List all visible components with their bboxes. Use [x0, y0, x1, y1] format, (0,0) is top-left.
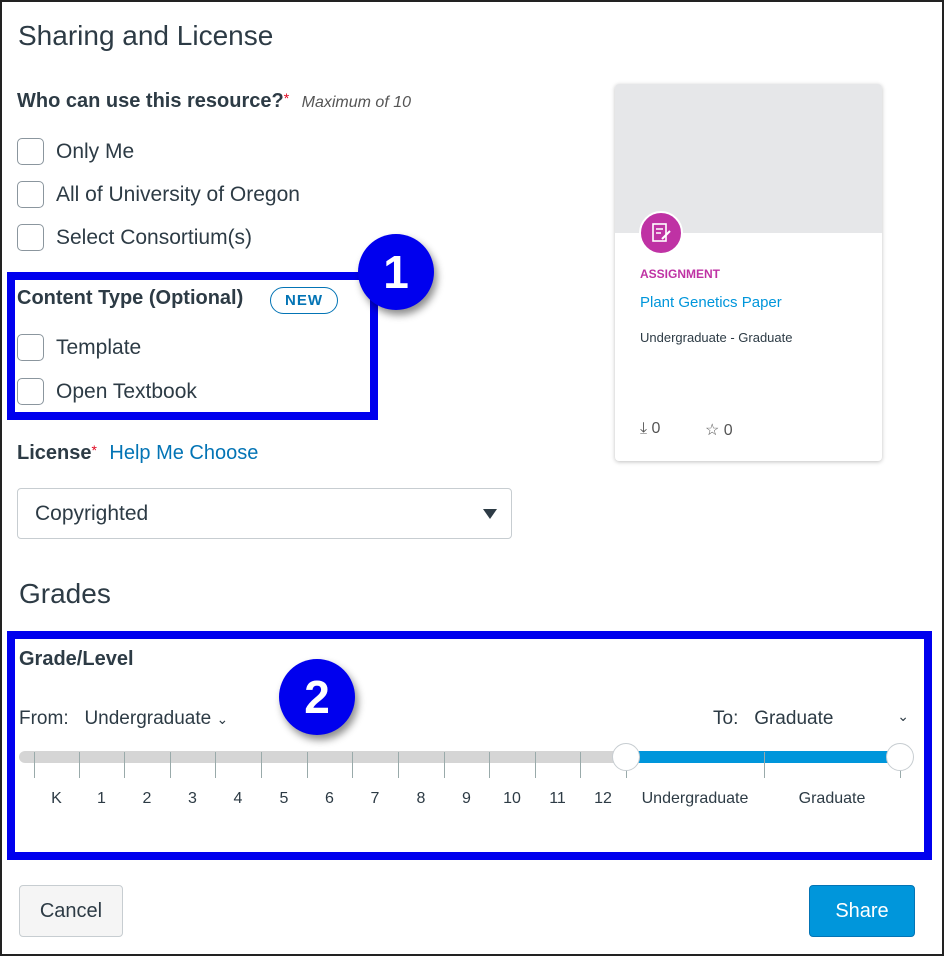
- slider-tick-label[interactable]: 2: [143, 790, 152, 808]
- slider-tick: [535, 752, 536, 778]
- from-label: From:: [19, 708, 69, 729]
- slider-tick-label[interactable]: 8: [417, 790, 426, 808]
- slider-tick: [352, 752, 353, 778]
- checkbox-label: Select Consortium(s): [56, 225, 253, 249]
- slider-tick-label[interactable]: 9: [462, 790, 471, 808]
- annotation-badge-2: 2: [279, 659, 355, 735]
- slider-tick-label[interactable]: 4: [234, 790, 243, 808]
- slider-tick-label[interactable]: 5: [280, 790, 289, 808]
- card-levels: Undergraduate - Graduate: [640, 330, 793, 345]
- grades-title: Grades: [19, 578, 111, 609]
- slider-tick: [124, 752, 125, 778]
- slider-tick-label[interactable]: 6: [325, 790, 334, 808]
- download-icon: ⤓: [640, 420, 648, 437]
- downloads-value: 0: [651, 420, 661, 437]
- help-me-choose-link[interactable]: Help Me Choose: [109, 442, 258, 464]
- annotation-box-2: [7, 631, 932, 860]
- chevron-down-icon: ⌄: [216, 711, 229, 727]
- grade-level-label: Grade/Level: [19, 648, 134, 670]
- checkbox[interactable]: [17, 138, 44, 165]
- to-value: Graduate: [754, 708, 834, 729]
- license-select[interactable]: Copyrighted: [17, 488, 512, 539]
- slider-from-handle[interactable]: [612, 743, 640, 771]
- slider-tick-label[interactable]: 1: [97, 790, 106, 808]
- slider-tick: [261, 752, 262, 778]
- checkbox-label: Only Me: [56, 139, 135, 163]
- slider-tick-label[interactable]: Undergraduate: [642, 790, 749, 808]
- slider-tick: [170, 752, 171, 778]
- required-marker: *: [91, 442, 97, 458]
- resource-preview-card[interactable]: ASSIGNMENT Plant Genetics Paper Undergra…: [615, 84, 882, 461]
- annotation-badge-1: 1: [358, 234, 434, 310]
- slider-tick-label[interactable]: 3: [188, 790, 197, 808]
- checkbox-label: Open Textbook: [56, 379, 197, 403]
- from-value: Undergraduate: [84, 708, 212, 729]
- checkbox-template[interactable]: Template: [17, 334, 141, 361]
- slider-tick-label[interactable]: 11: [549, 790, 566, 808]
- grade-slider-range: [626, 751, 900, 763]
- star-icon: ☆: [705, 422, 720, 439]
- checkbox-label: Template: [56, 335, 142, 359]
- favorites-value: 0: [723, 422, 733, 439]
- slider-tick: [764, 752, 765, 778]
- slider-tick: [215, 752, 216, 778]
- required-marker: *: [283, 90, 290, 106]
- chevron-down-icon: ⌄: [897, 708, 909, 724]
- checkbox[interactable]: [17, 378, 44, 405]
- checkbox-university[interactable]: All of University of Oregon: [17, 181, 300, 208]
- slider-tick-label[interactable]: Graduate: [799, 790, 866, 808]
- slider-tick: [34, 752, 35, 778]
- slider-tick-label[interactable]: 12: [594, 790, 612, 808]
- slider-tick: [307, 752, 308, 778]
- checkbox-consortium[interactable]: Select Consortium(s): [17, 224, 252, 251]
- slider-tick: [489, 752, 490, 778]
- who-label-text: Who can use this resource?: [17, 90, 284, 112]
- slider-to-handle[interactable]: [886, 743, 914, 771]
- card-type: ASSIGNMENT: [640, 267, 721, 281]
- content-type-label: Content Type (Optional): [17, 287, 244, 309]
- license-label: License* Help Me Choose: [17, 442, 258, 465]
- slider-tick: [79, 752, 80, 778]
- slider-tick: [444, 752, 445, 778]
- slider-tick-label[interactable]: K: [51, 790, 62, 808]
- license-value: Copyrighted: [35, 501, 149, 525]
- favorite-count: ☆ 0: [705, 420, 733, 440]
- assignment-icon: [639, 211, 683, 255]
- checkbox-only-me[interactable]: Only Me: [17, 138, 134, 165]
- dropdown-arrow-icon: [483, 509, 497, 519]
- to-select[interactable]: To: Graduate ⌄: [713, 708, 913, 730]
- license-label-text: License: [17, 442, 92, 464]
- cancel-button[interactable]: Cancel: [19, 885, 123, 937]
- who-can-use-label: Who can use this resource?* Maximum of 1…: [17, 90, 411, 113]
- slider-tick-label[interactable]: 10: [503, 790, 521, 808]
- max-hint: Maximum of 10: [301, 94, 412, 111]
- card-title[interactable]: Plant Genetics Paper: [640, 294, 782, 311]
- download-count: ⤓ 0: [640, 420, 660, 438]
- checkbox[interactable]: [17, 334, 44, 361]
- slider-tick: [580, 752, 581, 778]
- from-select[interactable]: From: Undergraduate ⌄: [19, 708, 228, 730]
- share-button[interactable]: Share: [809, 885, 915, 937]
- checkbox[interactable]: [17, 181, 44, 208]
- new-badge: NEW: [270, 287, 338, 314]
- page-title: Sharing and License: [18, 20, 274, 51]
- to-label: To:: [713, 708, 739, 729]
- checkbox-label: All of University of Oregon: [56, 182, 300, 206]
- checkbox[interactable]: [17, 224, 44, 251]
- slider-tick: [398, 752, 399, 778]
- checkbox-open-textbook[interactable]: Open Textbook: [17, 378, 197, 405]
- slider-tick-label[interactable]: 7: [371, 790, 380, 808]
